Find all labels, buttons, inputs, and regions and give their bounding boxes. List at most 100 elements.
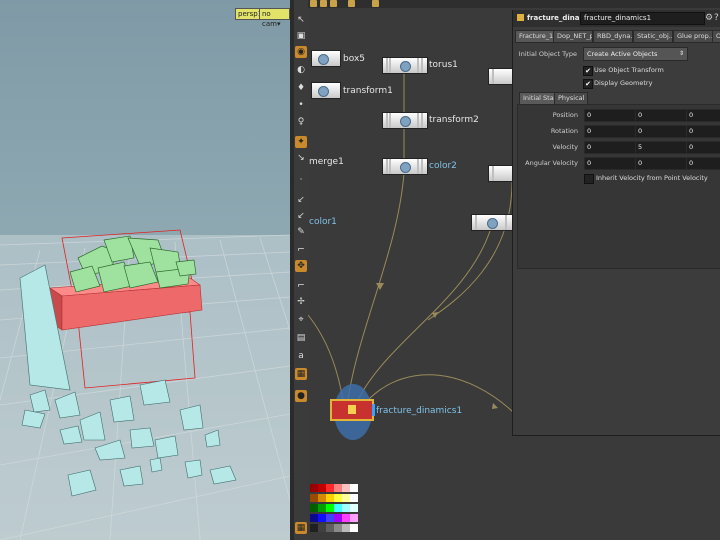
swatch[interactable] [310,484,318,492]
swatch[interactable] [350,494,358,502]
swatch[interactable] [342,494,350,502]
rotation-x-field[interactable]: 0 [584,125,636,138]
swatch[interactable] [334,514,342,522]
brush2-icon[interactable]: ↙ [295,210,307,222]
arrow-icon[interactable]: ↖ [295,14,307,26]
pin-icon[interactable]: ● [295,390,307,402]
transform1-node[interactable] [311,82,341,99]
ruler-icon[interactable]: ▤ [295,332,307,344]
swatch[interactable] [318,494,326,502]
swatch[interactable] [342,514,350,522]
swatch[interactable] [350,484,358,492]
position-y-field[interactable]: 0 [635,109,687,122]
swatch[interactable] [334,504,342,512]
bulb-icon[interactable]: • [295,99,307,111]
swatch[interactable] [342,524,350,532]
position-x-field[interactable]: 0 [584,109,636,122]
3d-viewport[interactable]: persp1▾ no cam▾ [0,0,290,540]
fracture-dynamics-node[interactable] [330,399,374,421]
swatch[interactable] [326,494,334,502]
rotation-y-field[interactable]: 0 [635,125,687,138]
swatch[interactable] [326,504,334,512]
swatch[interactable] [310,504,318,512]
camera-icon[interactable]: ◉ [295,46,307,58]
light-icon[interactable]: ♦ [295,82,307,94]
static-node[interactable] [471,214,513,231]
brush-icon[interactable]: ↙ [295,194,307,206]
tool-icon[interactable]: ✦ [295,136,307,148]
position-z-field[interactable]: 0 [686,109,720,122]
eye-icon[interactable]: ◐ [295,64,307,76]
use-object-transform-checkbox[interactable]: ✔ [583,66,593,76]
color2-node[interactable] [382,158,428,175]
fracture-dynamics-node-label: fracture_dinamics1 [376,406,463,416]
pencil-icon[interactable]: ✎ [295,226,307,238]
swatch[interactable] [350,504,358,512]
swatch[interactable] [334,494,342,502]
initial-object-type-select[interactable]: Create Active Objects ⇕ [583,47,688,61]
color1-node-label: color1 [309,217,337,227]
use-object-transform-label: Use Object Transform [594,66,664,74]
tool-shelf: ↖ ▣ ◉ ◐ ♦ • ♀ ✦ ↘ · ↙ ↙ ✎ ⌐ ✥ ⌐ ✢ ⌖ ▤ a … [294,0,309,540]
rbd-node[interactable] [488,68,514,85]
inherit-velocity-label: Inherit Velocity from Point Velocity [596,174,708,182]
gear-icon[interactable]: ⚙ [705,13,713,23]
snap-icon[interactable]: ⌐ [295,244,307,256]
swatch[interactable] [326,514,334,522]
stack-icon[interactable]: ▦ [295,522,307,534]
tab-glue-prop[interactable]: Glue prop... [673,30,713,43]
viewport-scene [0,229,290,540]
inherit-velocity-checkbox[interactable] [584,174,594,184]
tab-rbd-dyna[interactable]: RBD_dyna... [593,30,633,43]
display-geometry-checkbox[interactable]: ✔ [583,79,593,89]
swatch[interactable] [310,514,318,522]
move-icon[interactable]: ✥ [295,260,307,272]
angular-velocity-y-field[interactable]: 0 [635,157,687,170]
angular-velocity-x-field[interactable]: 0 [584,157,636,170]
grid-icon[interactable]: ⌖ [295,314,307,326]
node-name-field[interactable]: fracture_dinamics1 [580,12,705,25]
swatch[interactable] [342,504,350,512]
dot-icon[interactable]: · [295,174,307,186]
tab-other[interactable]: Ot [712,30,720,43]
swatch[interactable] [310,494,318,502]
velocity-z-field[interactable]: 0 [686,141,720,154]
box-node[interactable] [311,50,341,67]
swatch[interactable] [326,524,334,532]
help-icon[interactable]: ? [714,13,719,23]
swatch[interactable] [334,524,342,532]
abc-icon[interactable]: a [295,350,307,362]
angular-velocity-z-field[interactable]: 0 [686,157,720,170]
cam-menu[interactable]: no cam▾ [259,8,290,28]
swatch[interactable] [326,484,334,492]
person-icon[interactable]: ♀ [295,116,307,128]
swatch[interactable] [318,514,326,522]
glue-node[interactable] [488,165,514,182]
rotation-z-field[interactable]: 0 [686,125,720,138]
swatch[interactable] [350,514,358,522]
scale-icon[interactable]: ✢ [295,296,307,308]
velocity-y-field[interactable]: 5 [635,141,687,154]
transform2-node[interactable] [382,112,428,129]
display-geometry-label: Display Geometry [594,79,653,87]
swatch[interactable] [318,504,326,512]
torus1-node[interactable] [382,57,428,74]
cursor-icon[interactable]: ↘ [295,152,307,164]
initial-object-type-value: Create Active Objects [587,50,658,58]
swatch[interactable] [334,484,342,492]
swatch[interactable] [342,484,350,492]
layers-icon[interactable]: ▦ [295,368,307,380]
swatch[interactable] [350,524,358,532]
swatch[interactable] [318,484,326,492]
swatch[interactable] [310,524,318,532]
tab-static-obj[interactable]: Static_obj... [633,30,673,43]
display-flag[interactable] [372,404,375,416]
rotate-icon[interactable]: ⌐ [295,280,307,292]
torus1-node-label: torus1 [429,60,458,70]
swatch[interactable] [318,524,326,532]
tab-dop-net[interactable]: Dop_NET_p... [553,30,593,43]
tab-fracture[interactable]: Fracture_1... [515,30,555,43]
lock-icon[interactable]: ▣ [295,30,307,42]
velocity-x-field[interactable]: 0 [584,141,636,154]
subnet-icon [348,405,356,414]
